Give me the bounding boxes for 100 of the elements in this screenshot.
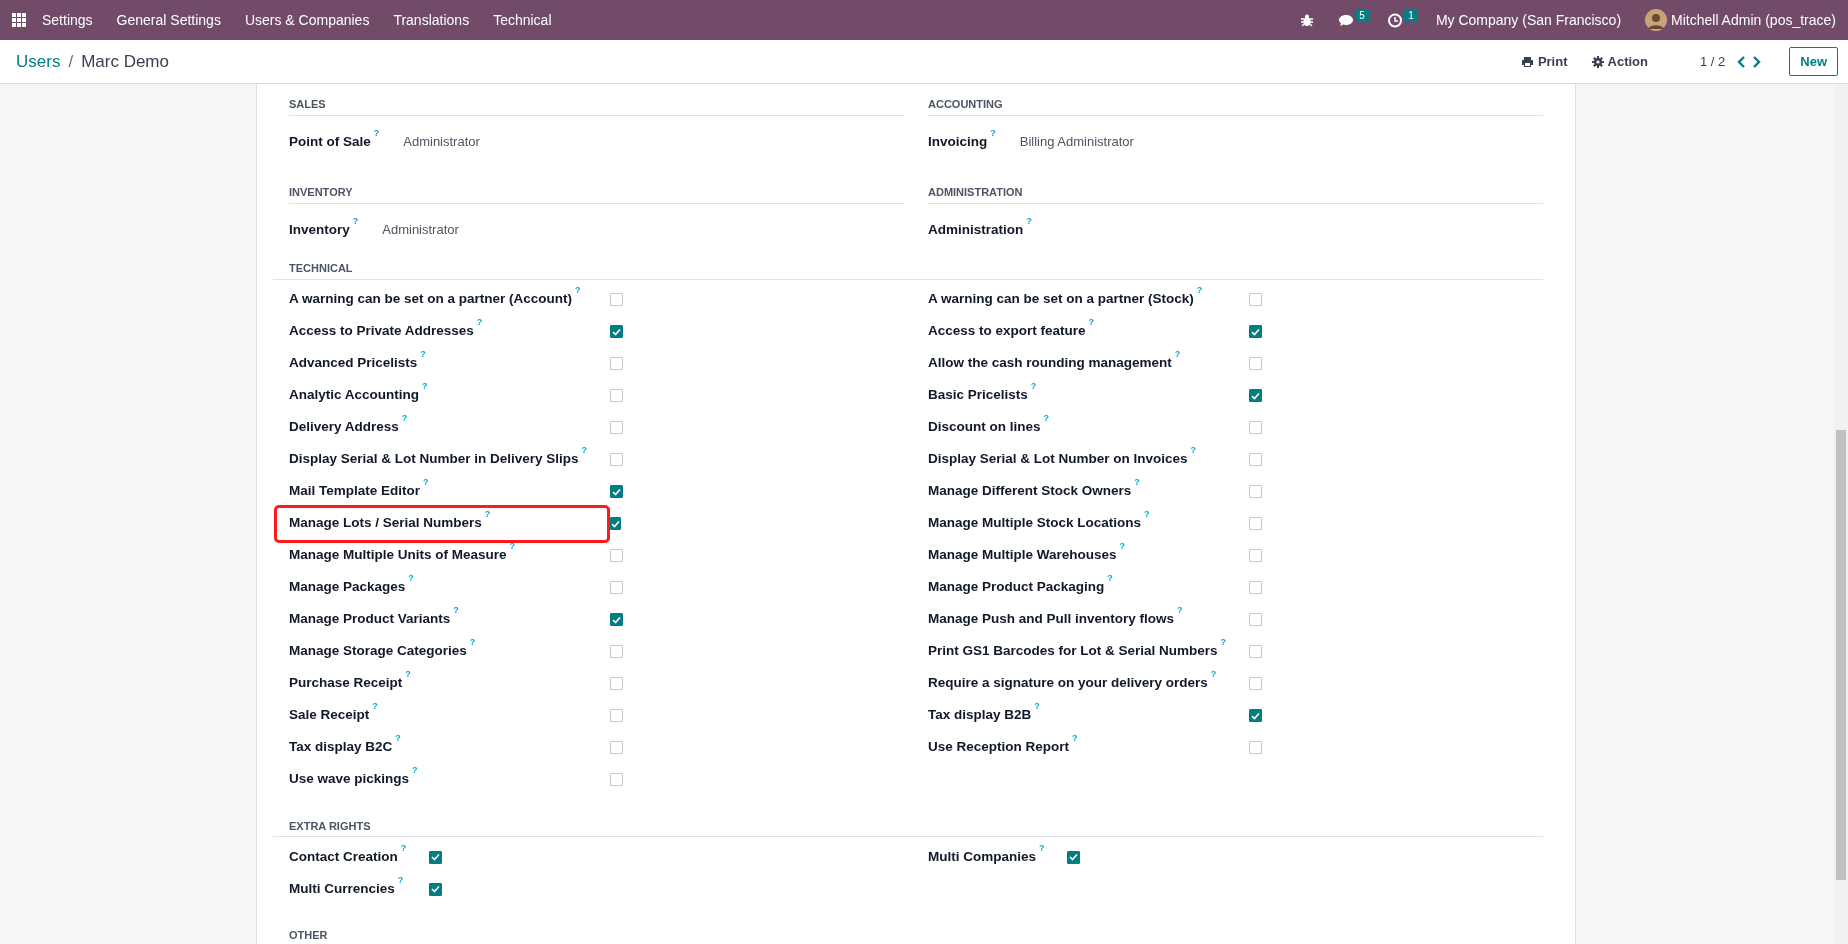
checkbox[interactable] bbox=[610, 325, 623, 338]
checkbox[interactable] bbox=[1249, 389, 1262, 402]
checkbox[interactable] bbox=[610, 389, 623, 402]
help-tooltip-icon[interactable]: ? bbox=[581, 445, 588, 456]
chevron-left-icon bbox=[1737, 56, 1746, 69]
help-tooltip-icon[interactable]: ? bbox=[1177, 605, 1183, 616]
section-title: SALES bbox=[289, 96, 904, 116]
help-tooltip-icon[interactable]: ? bbox=[400, 842, 407, 853]
help-tooltip-icon[interactable]: ? bbox=[395, 733, 401, 744]
help-tooltip-icon[interactable]: ? bbox=[420, 349, 426, 360]
checkbox[interactable] bbox=[1249, 709, 1262, 722]
menu-item[interactable]: Users & Companies bbox=[244, 9, 370, 31]
help-tooltip-icon[interactable]: ? bbox=[423, 477, 429, 488]
avatar[interactable] bbox=[1645, 9, 1668, 31]
field-value[interactable]: Billing Administrator bbox=[1019, 131, 1134, 152]
help-tooltip-icon[interactable]: ? bbox=[422, 381, 428, 392]
menu-item[interactable]: Translations bbox=[393, 9, 470, 31]
help-tooltip-icon[interactable]: ? bbox=[509, 541, 516, 552]
checkbox[interactable] bbox=[610, 581, 623, 594]
help-tooltip-icon[interactable]: ? bbox=[405, 669, 411, 680]
checkbox[interactable] bbox=[610, 549, 623, 562]
checkbox[interactable] bbox=[610, 485, 623, 498]
help-tooltip-icon[interactable]: ? bbox=[1174, 349, 1181, 360]
checkbox[interactable] bbox=[610, 613, 623, 626]
field-value[interactable]: Administrator bbox=[382, 219, 459, 240]
checkbox[interactable] bbox=[1067, 850, 1080, 864]
help-tooltip-icon[interactable]: ? bbox=[1119, 541, 1126, 552]
help-tooltip-icon[interactable]: ? bbox=[1196, 285, 1203, 296]
checkbox[interactable] bbox=[610, 453, 623, 466]
section-title: TECHNICAL bbox=[273, 260, 1543, 280]
checkbox[interactable] bbox=[429, 882, 442, 896]
checkbox[interactable] bbox=[1249, 613, 1262, 626]
help-tooltip-icon[interactable]: ? bbox=[1043, 413, 1049, 424]
help-tooltip-icon[interactable]: ? bbox=[372, 701, 378, 712]
checkbox[interactable] bbox=[1249, 293, 1262, 306]
company-switcher[interactable]: My Company (San Francisco) bbox=[1435, 9, 1622, 31]
checkbox[interactable] bbox=[610, 677, 623, 690]
menu-item[interactable]: Technical bbox=[493, 9, 552, 31]
help-tooltip-icon[interactable]: ? bbox=[397, 874, 404, 885]
checkbox[interactable] bbox=[1249, 677, 1262, 690]
help-tooltip-icon[interactable]: ? bbox=[1107, 573, 1113, 584]
checkbox[interactable] bbox=[610, 517, 621, 530]
breadcrumb-link[interactable]: Users bbox=[16, 48, 61, 75]
help-tooltip-icon[interactable]: ? bbox=[1190, 445, 1197, 456]
checkbox[interactable] bbox=[610, 645, 623, 658]
help-tooltip-icon[interactable]: ? bbox=[1030, 381, 1037, 392]
checkbox[interactable] bbox=[610, 421, 623, 434]
new-button[interactable]: New bbox=[1789, 46, 1838, 77]
checkbox[interactable] bbox=[1249, 485, 1262, 498]
checkbox[interactable] bbox=[429, 850, 442, 864]
help-tooltip-icon[interactable]: ? bbox=[469, 637, 476, 648]
field-value[interactable]: Administrator bbox=[403, 131, 480, 152]
section-title: INVENTORY bbox=[289, 184, 904, 204]
checkbox[interactable] bbox=[1249, 517, 1262, 530]
help-tooltip-icon[interactable]: ? bbox=[1072, 733, 1078, 744]
checkbox[interactable] bbox=[1249, 645, 1262, 658]
checkbox[interactable] bbox=[1249, 453, 1262, 466]
help-tooltip-icon[interactable]: ? bbox=[1134, 477, 1140, 488]
help-tooltip-icon[interactable]: ? bbox=[1144, 509, 1150, 520]
help-tooltip-icon[interactable]: ? bbox=[1039, 842, 1045, 853]
help-tooltip-icon[interactable]: ? bbox=[1034, 701, 1040, 712]
help-tooltip-icon[interactable]: ? bbox=[408, 573, 414, 584]
checkbox[interactable] bbox=[1249, 741, 1262, 754]
checkbox[interactable] bbox=[610, 773, 623, 786]
checkbox[interactable] bbox=[1249, 549, 1262, 562]
help-tooltip-icon[interactable]: ? bbox=[484, 509, 491, 520]
bug-icon[interactable] bbox=[1299, 13, 1314, 27]
help-tooltip-icon[interactable]: ? bbox=[453, 605, 459, 616]
checkbox[interactable] bbox=[610, 709, 623, 722]
checkbox[interactable] bbox=[1249, 357, 1262, 370]
scrollbar-thumb[interactable] bbox=[1836, 430, 1846, 880]
help-tooltip-icon[interactable]: ? bbox=[401, 413, 408, 424]
breadcrumb-separator: / bbox=[68, 50, 74, 73]
checkbox[interactable] bbox=[1249, 581, 1262, 594]
action-button[interactable]: Action bbox=[1587, 49, 1652, 74]
menu-item[interactable]: General Settings bbox=[116, 9, 221, 31]
help-tooltip-icon[interactable]: ? bbox=[1088, 317, 1095, 328]
checkbox[interactable] bbox=[610, 357, 623, 370]
count-badge: 5 bbox=[1355, 8, 1369, 22]
checkbox[interactable] bbox=[1249, 421, 1262, 434]
user-menu[interactable]: Mitchell Admin (pos_trace) bbox=[1671, 9, 1836, 31]
scrollbar[interactable] bbox=[1834, 84, 1848, 944]
apps-menu-icon[interactable] bbox=[12, 13, 26, 27]
pager-value[interactable]: 1 / 2 bbox=[1699, 51, 1726, 72]
count-badge: 1 bbox=[1404, 8, 1418, 22]
app-title[interactable]: Settings bbox=[42, 9, 93, 31]
checkbox[interactable] bbox=[610, 293, 623, 306]
print-button[interactable]: Print bbox=[1516, 49, 1572, 74]
help-tooltip-icon[interactable]: ? bbox=[575, 285, 581, 296]
help-tooltip-icon[interactable]: ? bbox=[1210, 669, 1217, 680]
help-tooltip-icon[interactable]: ? bbox=[412, 765, 418, 776]
gear-icon bbox=[1591, 55, 1604, 68]
checkbox[interactable] bbox=[610, 741, 623, 754]
clock-icon[interactable] bbox=[1386, 12, 1404, 28]
chat-icon[interactable] bbox=[1337, 12, 1355, 28]
section-title: ADMINISTRATION bbox=[928, 184, 1543, 204]
help-tooltip-icon[interactable]: ? bbox=[476, 317, 483, 328]
help-tooltip-icon[interactable]: ? bbox=[1220, 637, 1227, 648]
checkbox[interactable] bbox=[1249, 325, 1262, 338]
section-title: EXTRA RIGHTS bbox=[273, 817, 1543, 837]
